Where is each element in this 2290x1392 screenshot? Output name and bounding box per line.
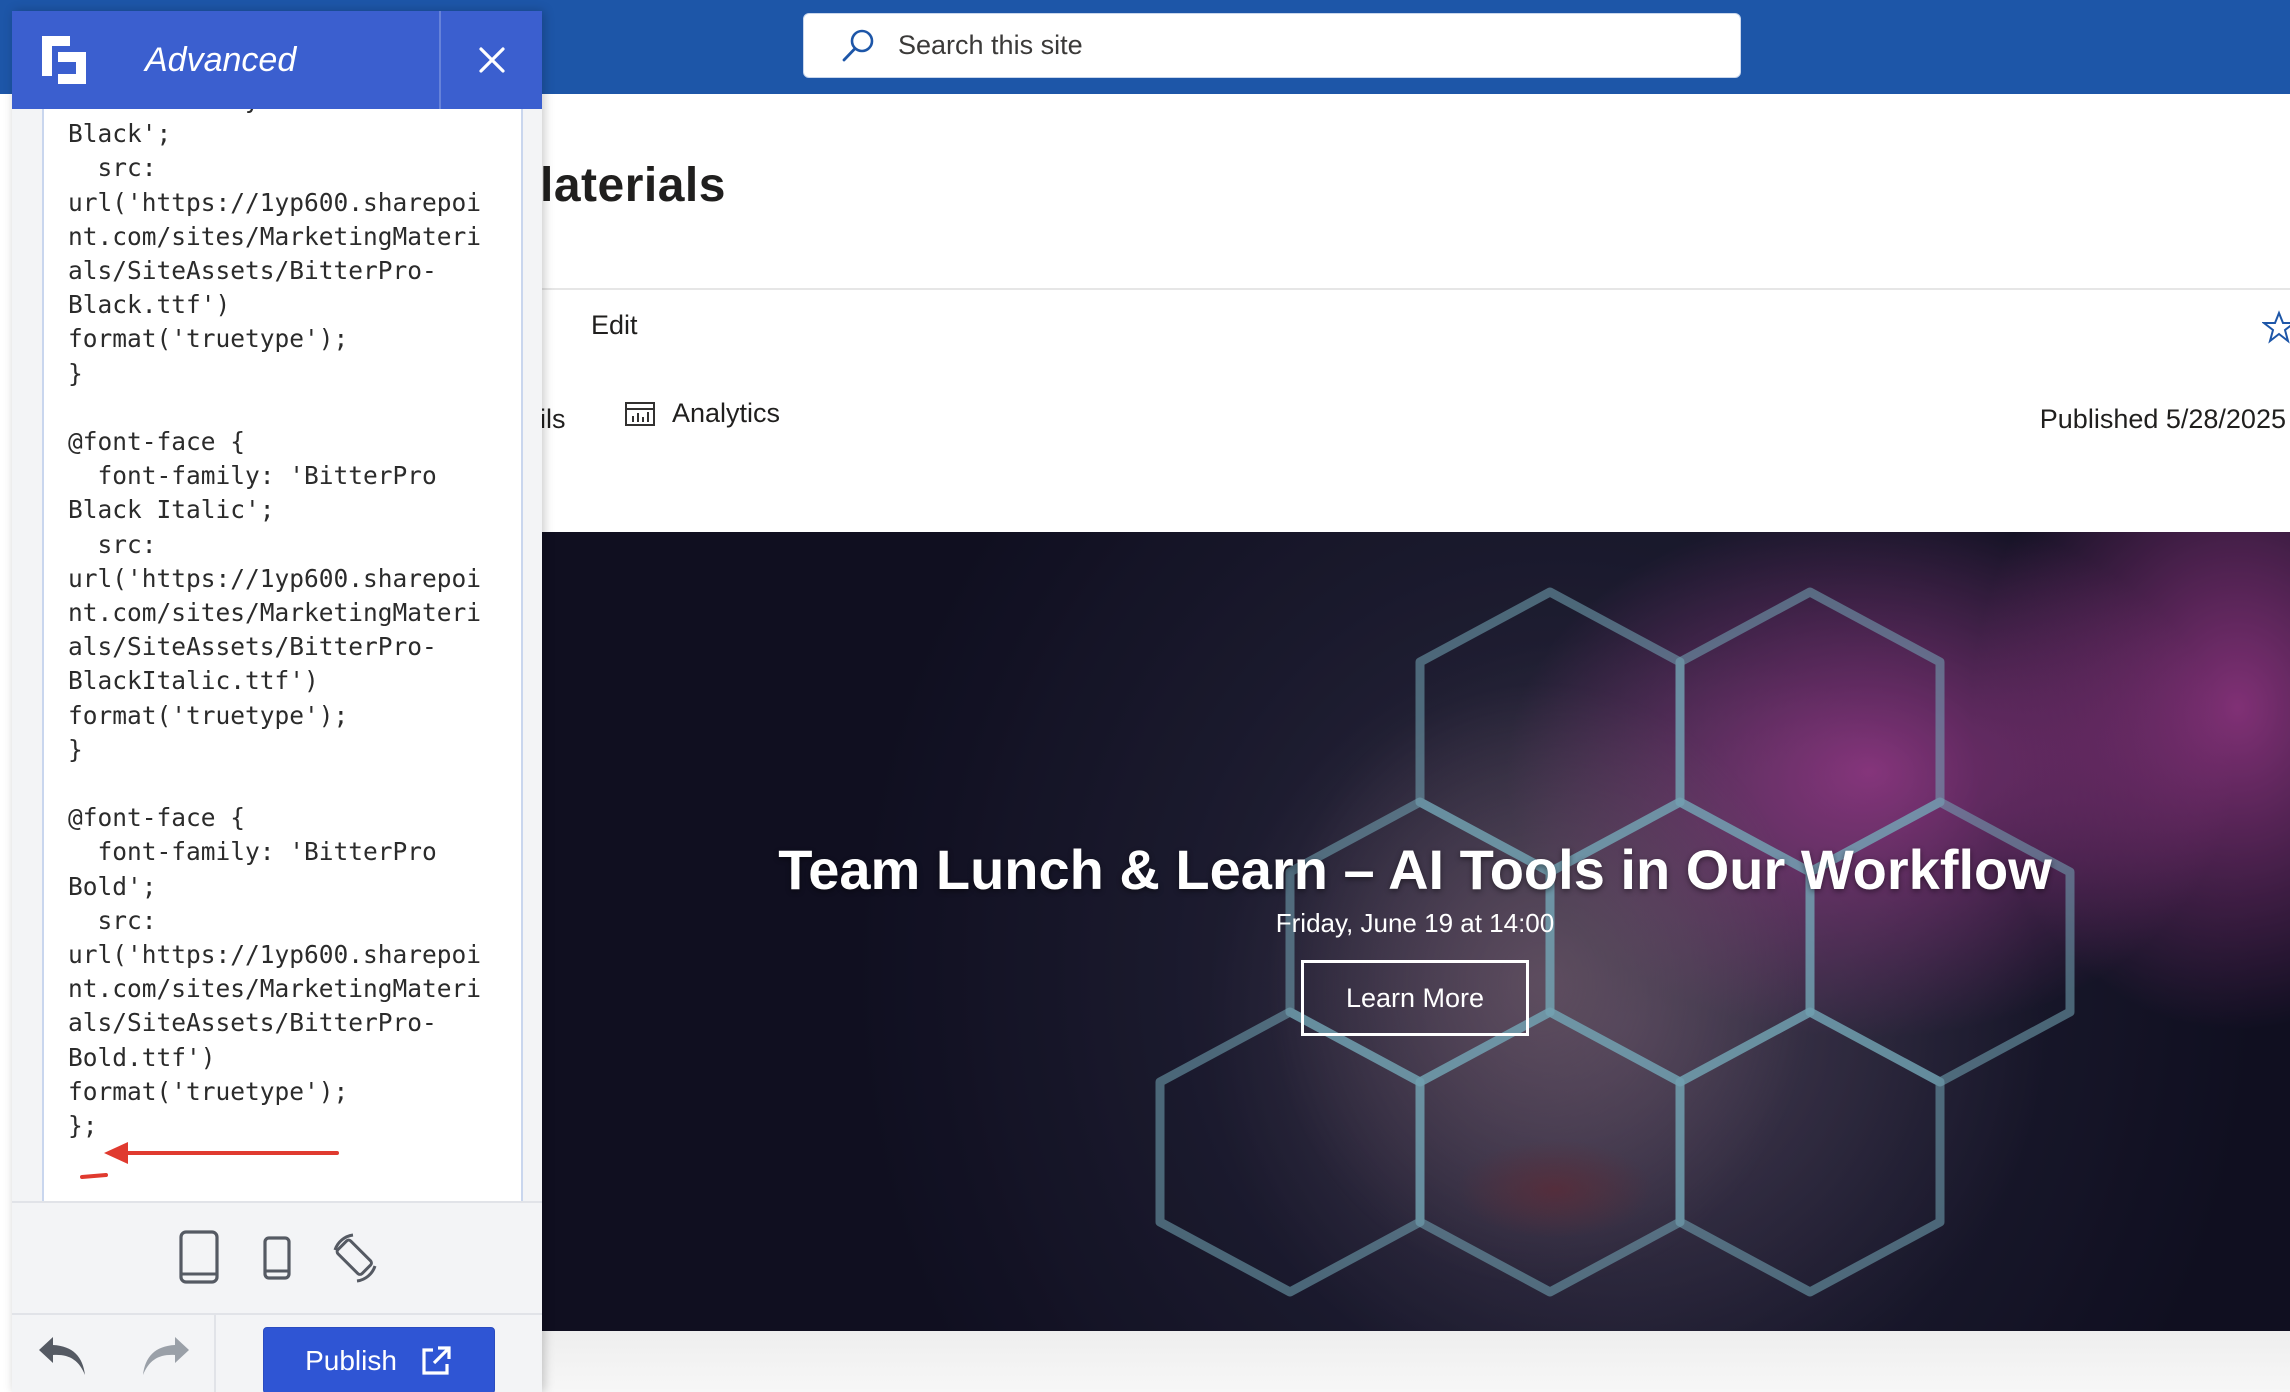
publish-label: Publish	[305, 1344, 397, 1376]
edit-button[interactable]: Edit	[591, 310, 638, 341]
red-arrow-annotation	[80, 1142, 339, 1179]
site-header: laterials	[540, 94, 2290, 290]
undo-icon	[39, 1337, 85, 1375]
close-icon	[478, 47, 505, 73]
action-divider	[214, 1315, 216, 1392]
redo-button[interactable]	[134, 1329, 196, 1383]
hero-subtitle: Friday, June 19 at 14:00	[1275, 908, 1555, 938]
analytics-button[interactable]: Analytics	[624, 398, 780, 429]
panel-title: Advanced	[145, 41, 297, 79]
css-code-editor[interactable]: font-family: 'BitterPro Black'; src: url…	[42, 109, 523, 1201]
redo-icon	[143, 1337, 189, 1375]
analytics-label: Analytics	[672, 398, 781, 428]
tablet-icon	[179, 1230, 219, 1284]
page-bottom-strip	[540, 1331, 2290, 1392]
search-icon	[842, 29, 874, 61]
logo-icon	[42, 36, 86, 84]
star-icon[interactable]	[2262, 310, 2290, 344]
advanced-editor-panel: Advanced font-family: 'BitterPro Black';…	[12, 11, 542, 1392]
undo-button[interactable]	[32, 1329, 94, 1383]
css-code-text[interactable]: font-family: 'BitterPro Black'; src: url…	[68, 109, 508, 1143]
search-input[interactable]	[898, 30, 1698, 61]
learn-more-button[interactable]: Learn More	[1301, 960, 1529, 1036]
phone-preview-button[interactable]	[249, 1228, 305, 1288]
device-preview-bar	[12, 1201, 542, 1313]
action-bar: Publish	[12, 1313, 542, 1392]
page-details-button[interactable]: ils	[540, 404, 566, 435]
hero-title: Team Lunch & Learn – AI Tools in Our Wor…	[778, 838, 2052, 901]
site-title[interactable]: laterials	[540, 158, 726, 213]
panel-header: Advanced	[12, 11, 542, 109]
search-box[interactable]	[803, 13, 1741, 78]
publish-button[interactable]: Publish	[263, 1327, 495, 1392]
phone-icon	[263, 1236, 291, 1280]
analytics-icon	[625, 401, 655, 426]
logo	[12, 11, 116, 109]
command-bar: Edit	[540, 292, 2290, 382]
close-button[interactable]	[441, 11, 542, 109]
published-date: Published 5/28/2025	[2039, 404, 2286, 434]
hero-banner: Team Lunch & Learn – AI Tools in Our Wor…	[540, 532, 2290, 1331]
rotate-preview-button[interactable]	[327, 1228, 383, 1288]
tablet-preview-button[interactable]	[171, 1228, 227, 1288]
page-meta: ils Analytics Published 5/28/2025	[540, 390, 2290, 450]
external-link-icon	[422, 1345, 451, 1375]
rotate-icon	[333, 1233, 377, 1283]
